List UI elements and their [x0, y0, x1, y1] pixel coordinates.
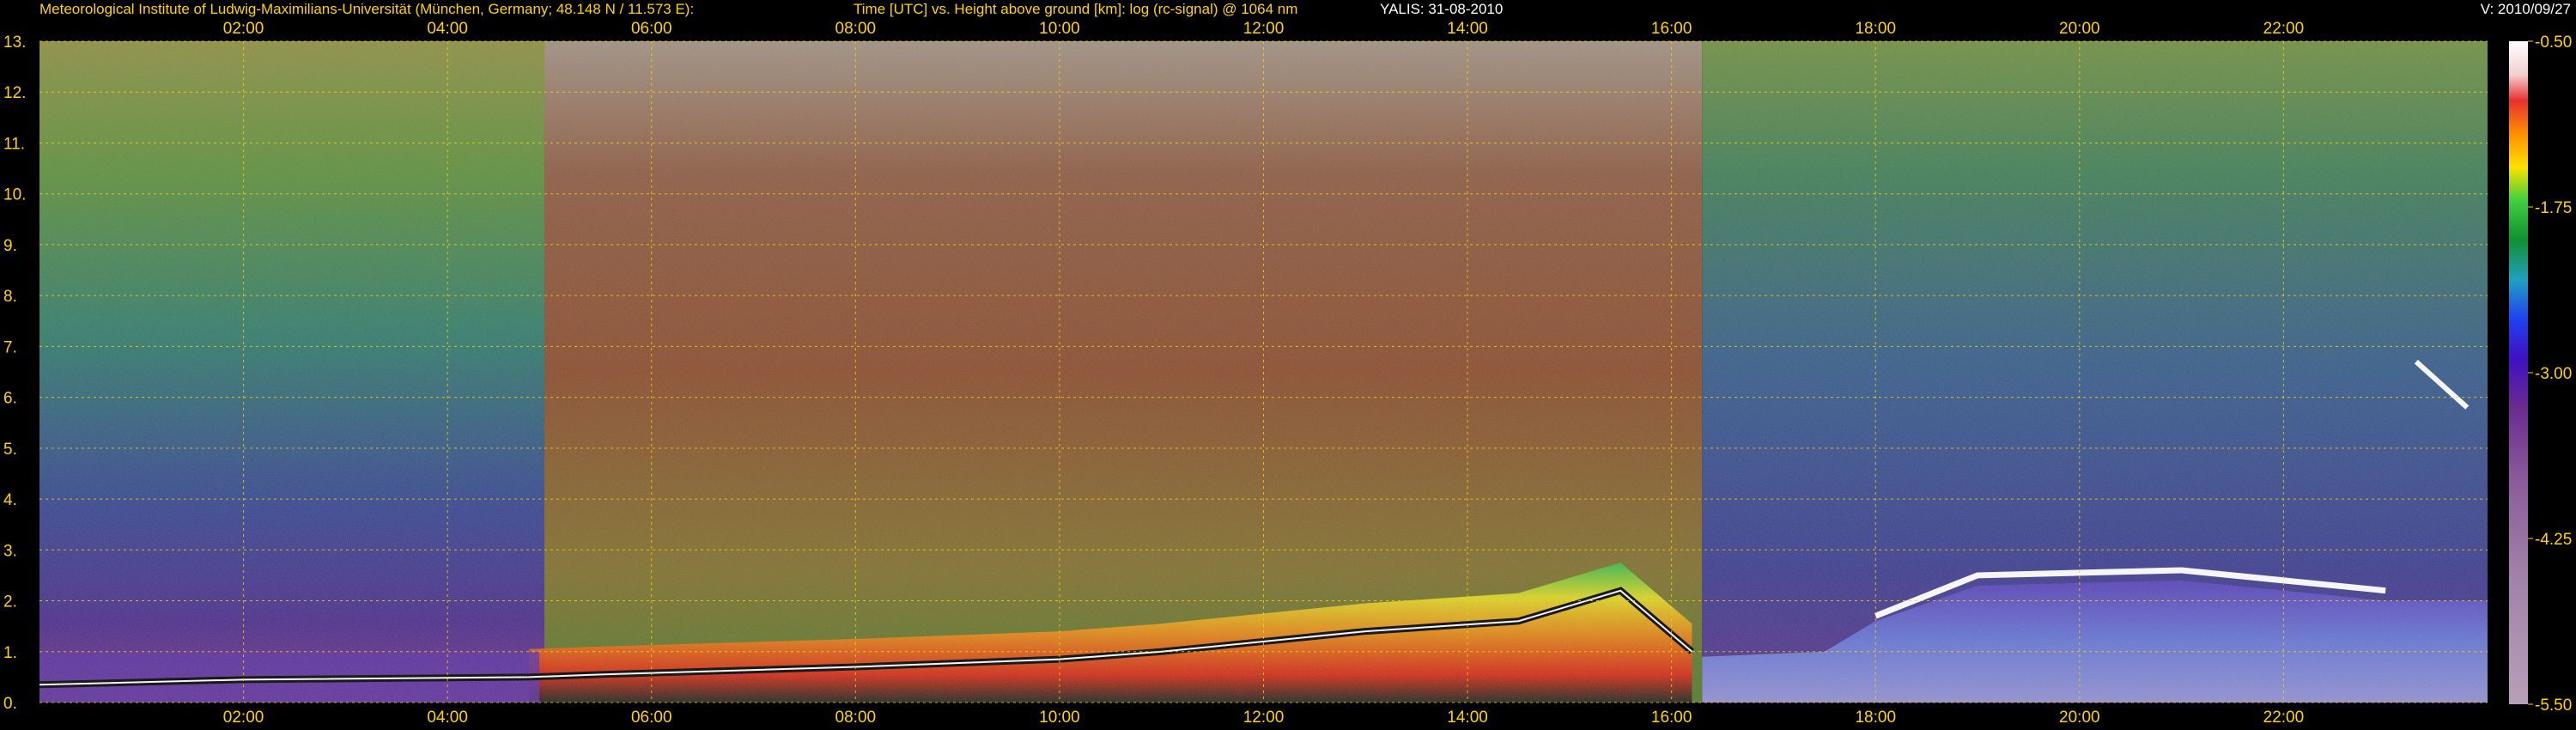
- y-tick-label: 3.: [3, 542, 17, 560]
- y-tick-label: 4.: [3, 491, 17, 509]
- colorbar-tick-label: -4.25: [2535, 531, 2572, 549]
- y-tick-label: 1.: [3, 644, 17, 662]
- colorbar: [2509, 41, 2528, 704]
- x-tick-label-bottom: 06:00: [631, 709, 672, 727]
- x-tick-label-bottom: 22:00: [2263, 709, 2305, 727]
- y-tick-label: 11.: [3, 135, 25, 153]
- x-tick-label-bottom: 02:00: [223, 709, 264, 727]
- x-tick-label-bottom: 08:00: [835, 709, 877, 727]
- x-tick-label-top: 22:00: [2263, 20, 2305, 38]
- x-tick-label-bottom: 20:00: [2059, 709, 2100, 727]
- x-tick-label-bottom: 14:00: [1447, 709, 1488, 727]
- colorbar-tick-label: -5.50: [2535, 697, 2572, 715]
- x-tick-label-bottom: 16:00: [1651, 709, 1692, 727]
- y-tick-label: 12.: [3, 84, 26, 102]
- x-tick-label-top: 06:00: [631, 20, 672, 38]
- y-tick-label: 8.: [3, 288, 17, 306]
- x-tick-label-top: 08:00: [835, 20, 877, 38]
- y-tick-label: 7.: [3, 338, 17, 356]
- x-tick-label-top: 16:00: [1651, 20, 1692, 38]
- y-tick-label: 9.: [3, 237, 17, 255]
- colorbar-tick-label: -3.00: [2535, 365, 2572, 383]
- y-tick-label: 2.: [3, 593, 17, 611]
- x-tick-label-top: 10:00: [1039, 20, 1080, 38]
- y-tick-label: 6.: [3, 390, 17, 408]
- x-tick-label-top: 20:00: [2059, 20, 2100, 38]
- x-tick-label-top: 14:00: [1447, 20, 1488, 38]
- y-tick-label: 5.: [3, 441, 17, 459]
- y-tick-label: 13.: [3, 33, 26, 52]
- x-tick-label-bottom: 18:00: [1855, 709, 1896, 727]
- lidar-chart: 02:00 02:00 04:00 04:00 06:00 06:00 08:00 08:00…: [3, 20, 2572, 727]
- x-tick-label-bottom: 04:00: [427, 709, 468, 727]
- x-tick-label-top: 02:00: [223, 20, 264, 38]
- x-tick-label-top: 04:00: [427, 20, 468, 38]
- y-tick-label: 10.: [3, 186, 26, 204]
- x-tick-label-bottom: 10:00: [1039, 709, 1080, 727]
- x-tick-label-bottom: 12:00: [1243, 709, 1285, 727]
- x-tick-label-top: 18:00: [1855, 20, 1896, 38]
- colorbar-tick-label: -1.75: [2535, 199, 2572, 217]
- colorbar-tick-label: -0.50: [2535, 33, 2572, 52]
- y-tick-label: 0.: [3, 695, 17, 713]
- x-tick-label-top: 12:00: [1243, 20, 1285, 38]
